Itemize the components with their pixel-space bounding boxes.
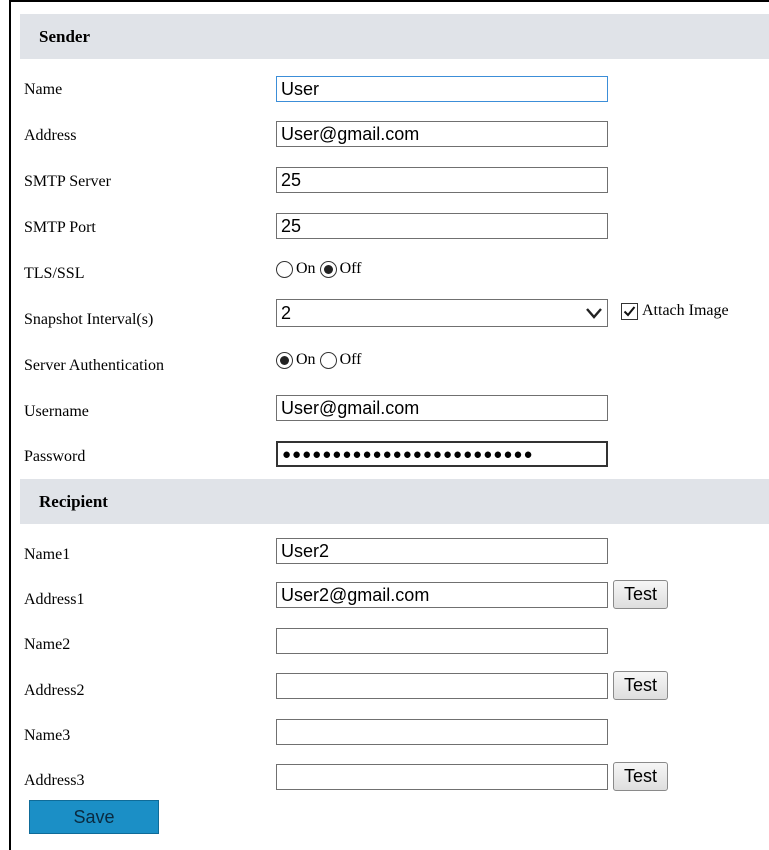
name3-input[interactable] [276,719,608,745]
address2-label: Address2 [24,682,85,699]
tls-off-label: Off [339,260,362,277]
sender-name-input[interactable]: User [276,76,608,102]
auth-off-radio[interactable] [319,351,337,369]
smtp-port-input[interactable]: 25 [276,213,608,239]
tls-ssl-label: TLS/SSL [24,265,85,282]
server-auth-radio-group: On Off [276,349,365,371]
server-auth-label: Server Authentication [24,357,164,374]
chevron-down-icon [586,308,602,319]
auth-on-radio[interactable] [276,351,293,369]
snapshot-interval-label: Snapshot Interval(s) [24,311,154,328]
attach-image-checkbox[interactable] [621,302,638,320]
sender-address-label: Address [24,127,77,144]
name2-input[interactable] [276,628,608,654]
smtp-server-input[interactable]: 25 [276,167,608,193]
address1-input[interactable]: User2@gmail.com [276,582,608,608]
sender-section-header: Sender [20,14,769,59]
auth-on-label: On [296,351,316,368]
save-button[interactable]: Save [29,800,159,834]
auth-off-label: Off [339,351,362,368]
address3-label: Address3 [24,772,85,789]
name2-label: Name2 [24,636,71,653]
snapshot-interval-value: 2 [281,303,292,323]
address1-label: Address1 [24,591,85,608]
tls-off-radio[interactable] [319,260,337,278]
check-icon [623,305,636,316]
recipient-section-header: Recipient [20,479,769,524]
address3-input[interactable] [276,764,608,790]
tls-on-radio[interactable] [276,260,293,278]
username-label: Username [24,403,89,420]
name1-input[interactable]: User2 [276,538,608,564]
address2-input[interactable] [276,673,608,699]
tls-on-label: On [296,260,316,277]
radio-selected-dot [323,264,333,274]
tls-ssl-radio-group: On Off [276,258,365,280]
username-input[interactable]: User@gmail.com [276,395,608,421]
sender-address-input[interactable]: User@gmail.com [276,121,608,147]
name3-label: Name3 [24,727,71,744]
test-button-1[interactable]: Test [613,580,668,609]
test-button-3[interactable]: Test [613,762,668,791]
snapshot-interval-select[interactable]: 2 [276,299,608,327]
sender-name-label: Name [24,81,63,98]
attach-image-checkbox-wrap[interactable]: Attach Image [621,302,729,320]
test-button-2[interactable]: Test [613,671,668,700]
name1-label: Name1 [24,546,71,563]
smtp-server-label: SMTP Server [24,173,111,190]
password-input[interactable]: ●●●●●●●●●●●●●●●●●●●●●●●●● [276,441,608,467]
radio-selected-dot [280,355,289,365]
password-label: Password [24,448,86,465]
attach-image-label: Attach Image [642,302,729,319]
smtp-port-label: SMTP Port [24,219,96,236]
